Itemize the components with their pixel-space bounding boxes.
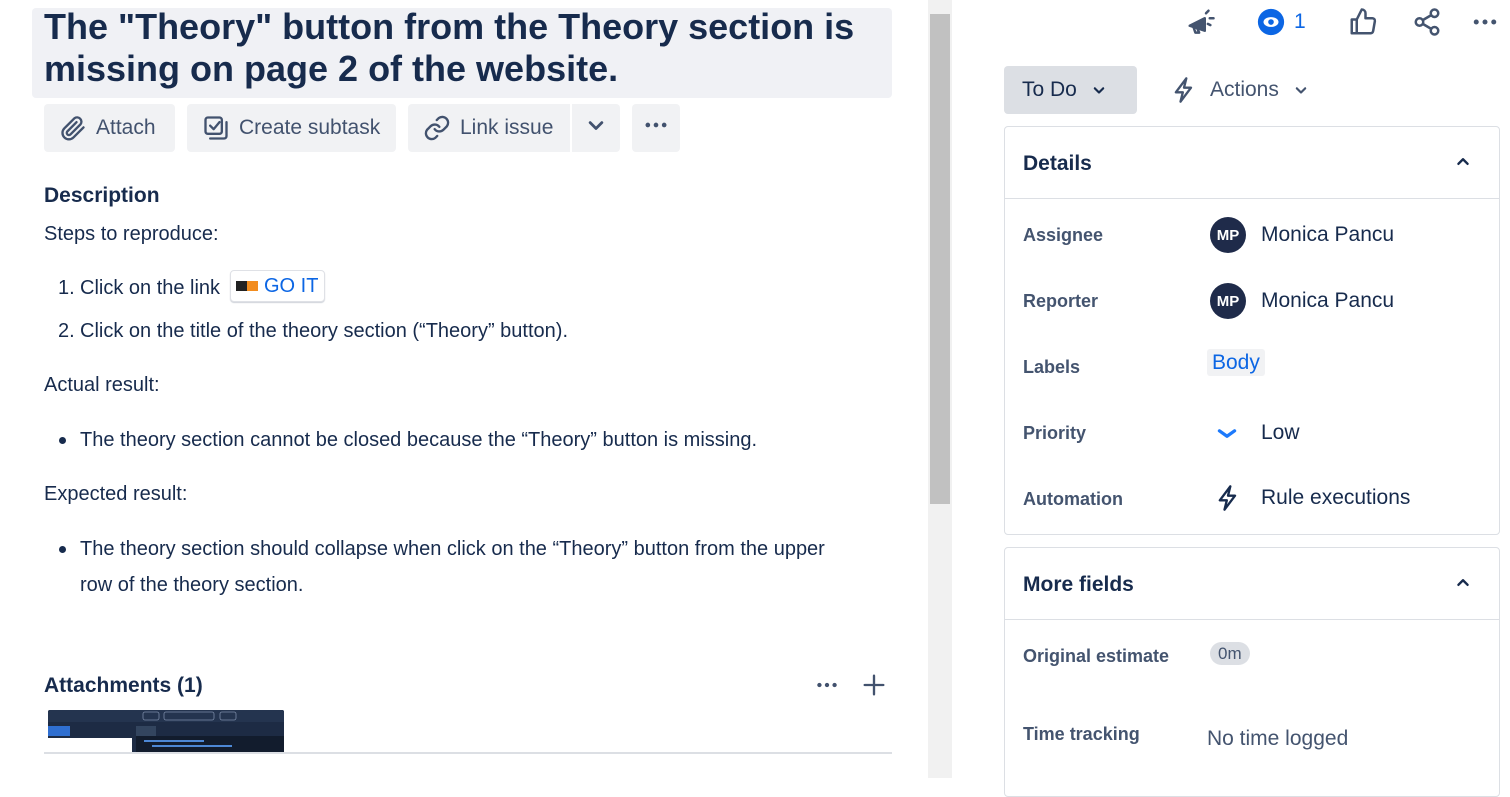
description-body[interactable]: [44, 208, 892, 628]
assignee-label: Assignee: [1023, 225, 1104, 245]
megaphone-icon: [1188, 9, 1215, 34]
reporter-field[interactable]: MP Monica Pancu: [1210, 283, 1394, 319]
thumbs-up-icon: [1350, 8, 1377, 35]
actions-label: Actions: [1210, 78, 1279, 101]
vote-button[interactable]: [1348, 6, 1378, 38]
step-number: 2.: [58, 320, 75, 342]
details-divider: [1005, 198, 1499, 199]
steps-intro: Steps to reproduce:: [44, 223, 219, 245]
avatar: MP: [1210, 283, 1246, 319]
chevron-up-icon[interactable]: [1452, 151, 1474, 173]
link-issue-button[interactable]: Link issue: [408, 104, 570, 152]
add-attachment-button[interactable]: [860, 671, 888, 699]
plus-icon: [863, 674, 885, 696]
more-fields-divider: [1005, 619, 1499, 620]
description-heading: Description: [44, 184, 160, 207]
labels-label: Labels: [1023, 357, 1081, 377]
watch-button[interactable]: 1: [1256, 6, 1306, 38]
eye-icon: [1257, 8, 1285, 36]
step-text: Click on the link: [80, 277, 221, 299]
more-actions-top-button[interactable]: [1470, 6, 1500, 38]
more-horizontal-icon: [642, 111, 670, 145]
status-dropdown-button[interactable]: To Do: [1004, 66, 1137, 114]
avatar: MP: [1210, 217, 1246, 253]
actual-result-item: The theory section cannot be closed beca…: [80, 429, 758, 451]
expected-result-item: The theory section should collapse when …: [80, 538, 825, 560]
actual-result-heading: Actual result:: [44, 374, 160, 396]
screenshot-preview-image: [48, 710, 284, 752]
paperclip-icon: [58, 113, 88, 143]
site-favicon-icon: [236, 281, 258, 291]
priority-value: Low: [1261, 421, 1300, 444]
priority-label: Priority: [1023, 423, 1087, 443]
more-horizontal-icon: [817, 682, 837, 688]
link-icon: [422, 113, 452, 143]
link-issue-dropdown-button[interactable]: [572, 104, 620, 152]
step-text: Click on the title of the theory section…: [80, 320, 568, 342]
go-it-smart-link[interactable]: GO IT: [230, 270, 326, 302]
attachment-thumbnail[interactable]: [48, 710, 284, 752]
automation-label: Automation: [1023, 489, 1123, 509]
status-label: To Do: [1022, 78, 1077, 101]
issue-title[interactable]: The "Theory" button from the Theory sect…: [44, 6, 874, 90]
label-chip[interactable]: Body: [1207, 349, 1265, 376]
bullet: [59, 546, 66, 553]
assignee-field[interactable]: MP Monica Pancu: [1210, 217, 1394, 253]
chevron-down-icon: [1295, 87, 1307, 94]
create-subtask-button[interactable]: Create subtask: [187, 104, 396, 152]
original-estimate-field[interactable]: 0m: [1210, 642, 1250, 665]
original-estimate-value: 0m: [1210, 642, 1250, 665]
attachments-divider: [44, 752, 892, 754]
attachments-heading: Attachments (1): [44, 674, 203, 697]
step-number: 1.: [58, 277, 75, 299]
share-icon: [1414, 8, 1440, 36]
chevron-down-icon: [1093, 87, 1105, 94]
expected-result-item-continued: row of the theory section.: [80, 574, 304, 596]
more-fields-title: More fields: [1023, 573, 1134, 596]
lightning-icon: [1218, 485, 1237, 511]
attach-label: Attach: [96, 116, 156, 139]
chevron-down-icon: [582, 111, 610, 145]
expected-result-heading: Expected result:: [44, 483, 188, 505]
original-estimate-label: Original estimate: [1023, 646, 1170, 666]
go-it-link-text: GO IT: [264, 274, 319, 297]
chevron-up-icon[interactable]: [1452, 572, 1474, 594]
create-subtask-label: Create subtask: [239, 116, 381, 139]
reporter-value: Monica Pancu: [1261, 289, 1395, 312]
feedback-button[interactable]: [1186, 6, 1216, 38]
details-title: Details: [1023, 152, 1092, 175]
automation-field[interactable]: Rule executions: [1214, 482, 1410, 514]
lightning-icon: [1174, 77, 1193, 103]
subtask-icon: [201, 113, 231, 143]
priority-field[interactable]: Low: [1214, 420, 1300, 446]
scrollbar-thumb[interactable]: [930, 14, 950, 504]
labels-field[interactable]: Body: [1207, 349, 1265, 376]
share-button[interactable]: [1412, 6, 1442, 38]
attach-button[interactable]: Attach: [44, 104, 175, 152]
assignee-value: Monica Pancu: [1261, 223, 1395, 246]
reporter-label: Reporter: [1023, 291, 1099, 311]
time-tracking-value[interactable]: No time logged: [1207, 727, 1348, 751]
link-issue-label: Link issue: [460, 116, 554, 139]
automation-value: Rule executions: [1261, 486, 1411, 509]
watch-count: 1: [1294, 10, 1306, 33]
more-horizontal-icon: [1473, 19, 1497, 25]
time-tracking-label: Time tracking: [1023, 724, 1140, 744]
attachments-more-button[interactable]: [814, 672, 844, 696]
actions-dropdown-button[interactable]: Actions: [1170, 66, 1311, 114]
priority-low-icon: [1217, 429, 1237, 438]
bullet: [59, 437, 66, 444]
more-actions-button[interactable]: [632, 104, 680, 152]
